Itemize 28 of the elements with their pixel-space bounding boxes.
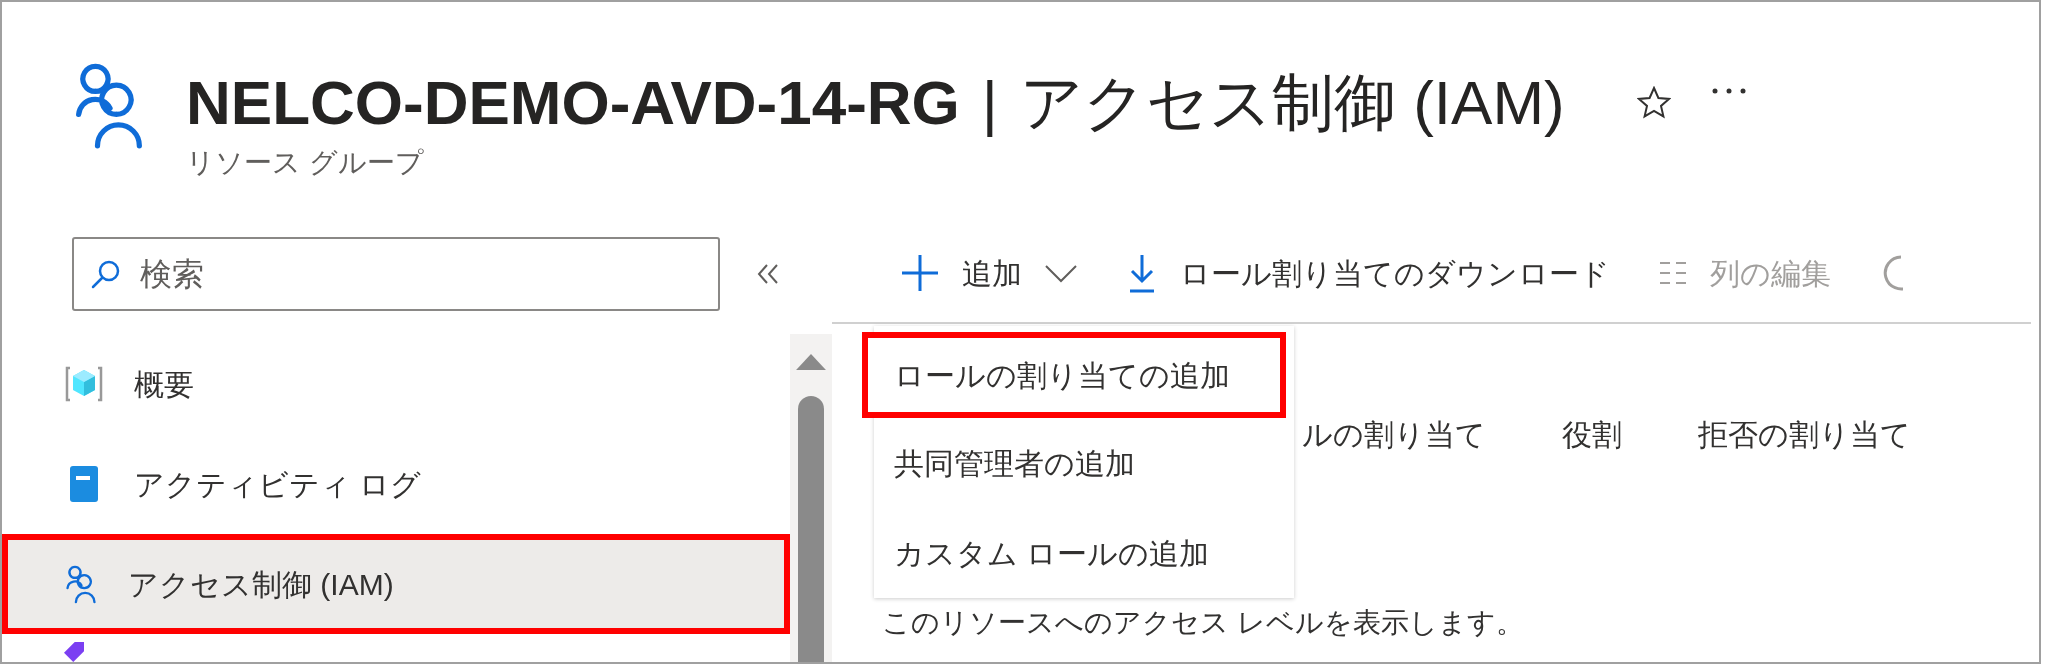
scroll-up-icon[interactable]: [796, 354, 827, 370]
plus-icon: [900, 253, 940, 293]
description-text: このリソースへのアクセス レベルを表示します。: [882, 607, 1525, 639]
tab[interactable]: 拒否の割り当て: [1698, 412, 1911, 457]
toolbar-button[interactable]: 追加: [900, 250, 1100, 296]
chevron-down-icon: [1044, 263, 1078, 283]
tab[interactable]: ルの割り当て: [1302, 412, 1486, 457]
menu-item[interactable]: 共同管理者の追加: [874, 418, 1294, 508]
more-icon[interactable]: [1710, 86, 1747, 96]
cube-icon: [64, 364, 104, 404]
people-icon: [64, 564, 98, 604]
title-separator: |: [981, 67, 998, 139]
star-icon[interactable]: [1636, 86, 1671, 120]
section-title: アクセス制御 (IAM): [1019, 67, 1565, 139]
search-field[interactable]: 検索: [72, 237, 720, 311]
menu-item[interactable]: カスタム ロールの追加: [874, 508, 1294, 598]
scrollbar[interactable]: [790, 334, 832, 662]
scrollbar-thumb[interactable]: [798, 395, 825, 662]
page-title: NELCO-DEMO-AVD-14-RG: [186, 67, 960, 139]
sidebar-item[interactable]: アクセス制御 (IAM): [2, 534, 791, 634]
toolbar-button[interactable]: ロール割り当てのダウンロード: [1126, 250, 1632, 296]
collapse-icon[interactable]: [756, 263, 780, 285]
sidebar-item[interactable]: アクティビティ ログ: [2, 434, 791, 534]
menu-item[interactable]: ロールの割り当ての追加: [862, 332, 1286, 418]
resource-type-label: リソース グループ: [186, 146, 425, 180]
tab[interactable]: 役割: [1562, 412, 1622, 457]
tag-icon: [64, 642, 84, 662]
sidebar-item[interactable]: 概要: [2, 334, 791, 434]
